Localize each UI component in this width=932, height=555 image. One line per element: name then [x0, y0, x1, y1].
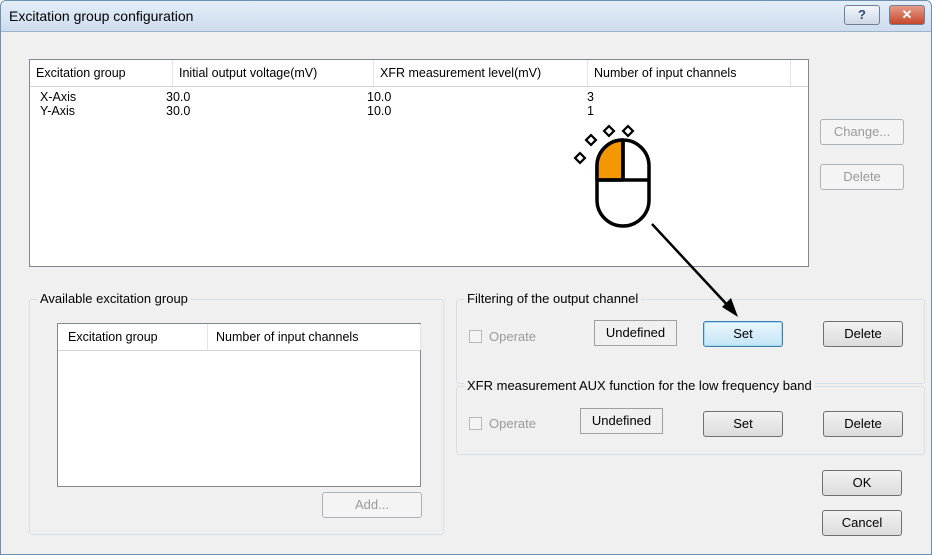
change-button[interactable]: Change...	[820, 119, 904, 145]
add-button[interactable]: Add...	[322, 492, 422, 518]
excitation-groups-list[interactable]: Excitation group Initial output voltage(…	[29, 59, 809, 267]
cell-initial-voltage: 30.0	[166, 104, 191, 118]
checkbox-square	[469, 417, 482, 430]
ok-button[interactable]: OK	[822, 470, 902, 496]
available-list-header: Excitation group Number of input channel…	[58, 324, 421, 351]
column-header-excitation-group[interactable]: Excitation group	[30, 60, 173, 86]
cell-input-channels: 1	[587, 104, 594, 118]
table-row[interactable]: X-Axis 30.0 10.0 3	[30, 90, 808, 104]
delete-group-button[interactable]: Delete	[820, 164, 904, 190]
dialog-client: Excitation group Initial output voltage(…	[9, 32, 925, 548]
aux-operate-checkbox[interactable]: Operate	[469, 415, 559, 433]
table-row[interactable]: Y-Axis 30.0 10.0 1	[30, 104, 808, 118]
help-button[interactable]: ?	[844, 5, 880, 25]
column-header-excitation-group[interactable]: Excitation group	[58, 324, 208, 350]
cell-xfr-level: 10.0	[367, 104, 392, 118]
cell-group-name: Y-Axis	[40, 104, 75, 118]
title-bar: Excitation group configuration ? ✕	[1, 1, 931, 32]
close-button[interactable]: ✕	[889, 5, 925, 25]
filtering-label: Filtering of the output channel	[464, 291, 642, 306]
dialog-window: Excitation group configuration ? ✕ Excit…	[0, 0, 932, 555]
cancel-button[interactable]: Cancel	[822, 510, 902, 536]
cell-input-channels: 3	[587, 90, 594, 104]
aux-delete-button[interactable]: Delete	[823, 411, 903, 437]
cell-xfr-level: 10.0	[367, 90, 392, 104]
filtering-set-button[interactable]: Set	[703, 321, 783, 347]
aux-function-label: XFR measurement AUX function for the low…	[464, 378, 815, 393]
list-header: Excitation group Initial output voltage(…	[30, 60, 808, 87]
operate-label: Operate	[489, 329, 536, 344]
aux-set-button[interactable]: Set	[703, 411, 783, 437]
filtering-delete-button[interactable]: Delete	[823, 321, 903, 347]
checkbox-square	[469, 330, 482, 343]
operate-label: Operate	[489, 416, 536, 431]
available-groups-list[interactable]: Excitation group Number of input channel…	[57, 323, 421, 487]
available-group-label: Available excitation group	[37, 291, 191, 306]
cell-group-name: X-Axis	[40, 90, 77, 104]
filtering-operate-checkbox[interactable]: Operate	[469, 328, 559, 346]
column-header-initial-output-voltage[interactable]: Initial output voltage(mV)	[173, 60, 374, 86]
window-title: Excitation group configuration	[9, 8, 194, 24]
aux-status-field: Undefined	[580, 408, 663, 434]
column-header-number-of-input-channels[interactable]: Number of input channels	[208, 324, 421, 350]
cell-initial-voltage: 30.0	[166, 90, 191, 104]
column-header-xfr-measurement-level[interactable]: XFR measurement level(mV)	[374, 60, 588, 86]
column-header-number-of-input-channels[interactable]: Number of input channels	[588, 60, 791, 86]
filtering-status-field: Undefined	[594, 320, 677, 346]
